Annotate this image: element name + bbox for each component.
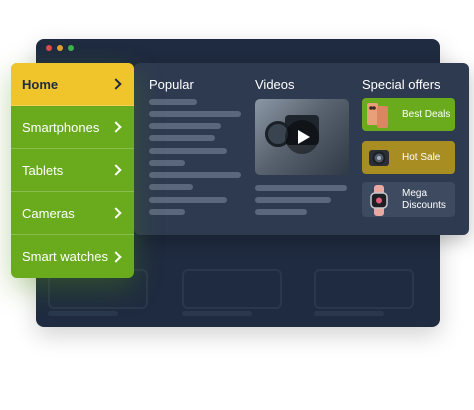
menu-item-label: Smart watches bbox=[22, 249, 108, 264]
video-link[interactable] bbox=[255, 197, 331, 203]
popular-link[interactable] bbox=[149, 172, 241, 178]
menu-item-tablets[interactable]: Tablets bbox=[11, 149, 134, 192]
phone-icon bbox=[362, 98, 396, 131]
video-link[interactable] bbox=[255, 209, 307, 215]
chevron-right-icon bbox=[110, 207, 122, 219]
offer-best-deals[interactable]: Best Deals bbox=[362, 98, 455, 131]
maximize-dot[interactable] bbox=[68, 45, 74, 51]
offer-mega-discounts[interactable]: Mega Discounts bbox=[362, 182, 455, 217]
video-thumbnail[interactable] bbox=[255, 99, 349, 175]
placeholder-card bbox=[182, 269, 282, 309]
mega-menu-panel: Popular Videos Special offers Best Deals bbox=[134, 63, 469, 235]
placeholder-card bbox=[314, 269, 414, 309]
menu-item-home[interactable]: Home bbox=[11, 63, 134, 106]
menu-item-smartphones[interactable]: Smartphones bbox=[11, 106, 134, 149]
placeholder-line bbox=[48, 311, 118, 316]
popular-link[interactable] bbox=[149, 209, 185, 215]
placeholder-line bbox=[314, 311, 384, 316]
minimize-dot[interactable] bbox=[57, 45, 63, 51]
popular-link[interactable] bbox=[149, 160, 185, 166]
popular-link[interactable] bbox=[149, 148, 227, 154]
menu-item-label: Home bbox=[22, 76, 59, 92]
watch-icon bbox=[362, 183, 396, 216]
popular-title: Popular bbox=[149, 77, 194, 92]
chevron-right-icon bbox=[110, 164, 122, 176]
menu-item-label: Cameras bbox=[22, 205, 75, 221]
category-menu: Home Smartphones Tablets Cameras Smart w… bbox=[11, 63, 134, 278]
offer-label: Mega Discounts bbox=[402, 187, 446, 211]
popular-link[interactable] bbox=[149, 184, 193, 190]
offer-label: Best Deals bbox=[402, 108, 451, 120]
window-controls bbox=[46, 45, 74, 51]
chevron-right-icon bbox=[110, 250, 122, 263]
popular-link[interactable] bbox=[149, 111, 241, 117]
menu-item-label: Smartphones bbox=[22, 119, 100, 135]
popular-link[interactable] bbox=[149, 123, 221, 129]
close-dot[interactable] bbox=[46, 45, 52, 51]
offer-hot-sale[interactable]: Hot Sale bbox=[362, 141, 455, 174]
popular-link[interactable] bbox=[149, 99, 197, 105]
popular-link[interactable] bbox=[149, 135, 215, 141]
play-icon[interactable] bbox=[285, 120, 319, 154]
videos-title: Videos bbox=[255, 77, 295, 92]
popular-link[interactable] bbox=[149, 197, 227, 203]
special-offers-title: Special offers bbox=[362, 77, 441, 92]
chevron-right-icon bbox=[110, 121, 122, 133]
chevron-right-icon bbox=[110, 78, 122, 90]
offer-label: Hot Sale bbox=[402, 151, 441, 163]
menu-item-cameras[interactable]: Cameras bbox=[11, 192, 134, 235]
placeholder-line bbox=[182, 311, 252, 316]
video-link[interactable] bbox=[255, 185, 347, 191]
menu-item-label: Tablets bbox=[22, 162, 64, 178]
camera-icon bbox=[362, 141, 396, 174]
menu-item-smart-watches[interactable]: Smart watches bbox=[11, 235, 134, 278]
